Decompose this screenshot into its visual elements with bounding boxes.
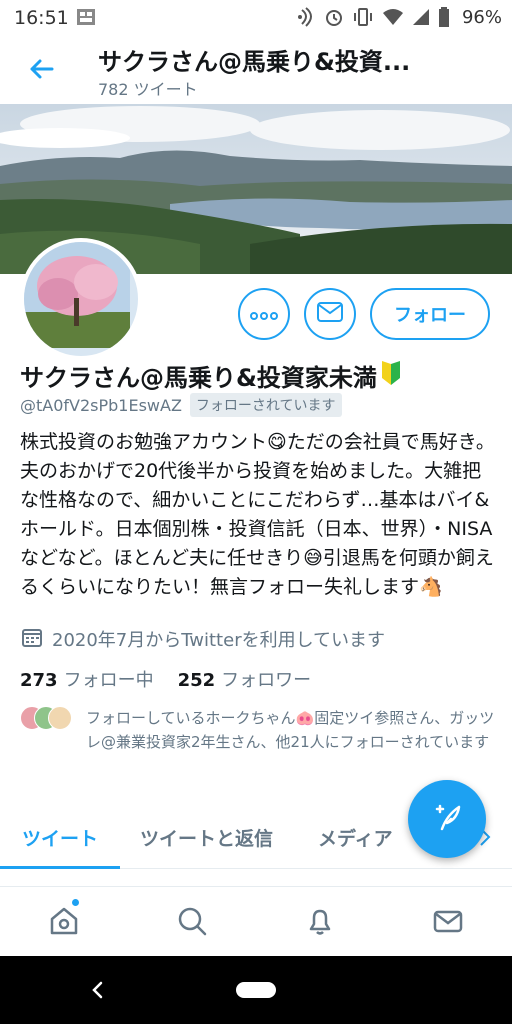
compose-tweet-button[interactable] (408, 780, 486, 858)
joined-date-row: 2020年7月からTwitterを利用しています (22, 626, 385, 652)
compose-icon (429, 799, 465, 839)
avatar (48, 706, 72, 730)
followed-by-avatars (20, 706, 76, 730)
active-tab-indicator (0, 866, 120, 869)
mail-icon (317, 302, 343, 326)
followed-by-text: フォローしているホークちゃん🐽固定ツイ参照さん、ガッツレ@兼業投資家2年生さん、… (86, 709, 495, 751)
battery-icon (438, 7, 450, 27)
profile-header: サクラさん@馬乗り&投資... 782 ツイート (0, 36, 512, 104)
joined-text: 2020年7月からTwitterを利用しています (52, 630, 386, 651)
system-back-icon[interactable] (90, 980, 104, 1004)
nfc-icon (296, 6, 316, 28)
tab-tweets-and-replies[interactable]: ツイートと返信 (140, 824, 273, 851)
notifications-icon[interactable] (304, 905, 336, 937)
wifi-icon (382, 8, 404, 26)
calendar-icon (22, 627, 52, 652)
more-icon (250, 305, 278, 324)
follow-counts: 273 フォロー中 252 フォロワー (20, 666, 311, 692)
status-bar: 16:51 96% (0, 0, 512, 36)
following-label: フォロー中 (63, 670, 154, 691)
profile-name: サクラさん@馬乗り&投資家未満 (20, 358, 401, 393)
messages-icon[interactable] (432, 905, 464, 937)
message-button[interactable] (304, 288, 356, 340)
system-home-pill[interactable] (236, 982, 276, 998)
new-content-dot (72, 899, 79, 906)
follow-button[interactable]: フォロー (370, 288, 490, 340)
following-link[interactable]: 273 フォロー中 (20, 666, 154, 692)
follows-you-badge: フォローされています (189, 393, 342, 417)
search-icon[interactable] (176, 905, 208, 937)
profile-avatar[interactable] (20, 238, 142, 360)
profile-handle: @tA0fV2sPb1EswAZ (20, 395, 182, 415)
battery-level: 96% (461, 6, 502, 28)
more-options-button[interactable] (238, 288, 290, 340)
tweet-count: 782 ツイート (98, 80, 198, 99)
followers-count: 252 (177, 670, 216, 691)
bottom-navigation (0, 886, 512, 957)
following-count: 273 (20, 670, 58, 691)
beginner-mark-icon (381, 360, 401, 392)
sim-card-icon (76, 8, 96, 26)
signal-icon (412, 8, 430, 26)
tab-media[interactable]: メディア (318, 824, 393, 851)
home-icon[interactable] (48, 905, 80, 937)
followers-label: フォロワー (221, 670, 312, 691)
profile-name-text: サクラさん@馬乗り&投資家未満 (20, 364, 377, 392)
system-navigation-bar (0, 956, 512, 1024)
followers-link[interactable]: 252 フォロワー (178, 666, 312, 692)
back-arrow-icon[interactable] (26, 54, 56, 84)
alarm-icon (324, 7, 344, 27)
profile-bio: 株式投資のお勉強アカウント😋ただの会社員で馬好き。夫のおかげで20代後半から投資… (20, 431, 495, 598)
header-title: サクラさん@馬乗り&投資... (98, 48, 411, 76)
status-time: 16:51 (14, 7, 69, 29)
tab-tweets[interactable]: ツイート (22, 824, 98, 851)
vibrate-icon (352, 7, 374, 27)
handle-row: @tA0fV2sPb1EswAZ フォローされています (20, 393, 342, 417)
